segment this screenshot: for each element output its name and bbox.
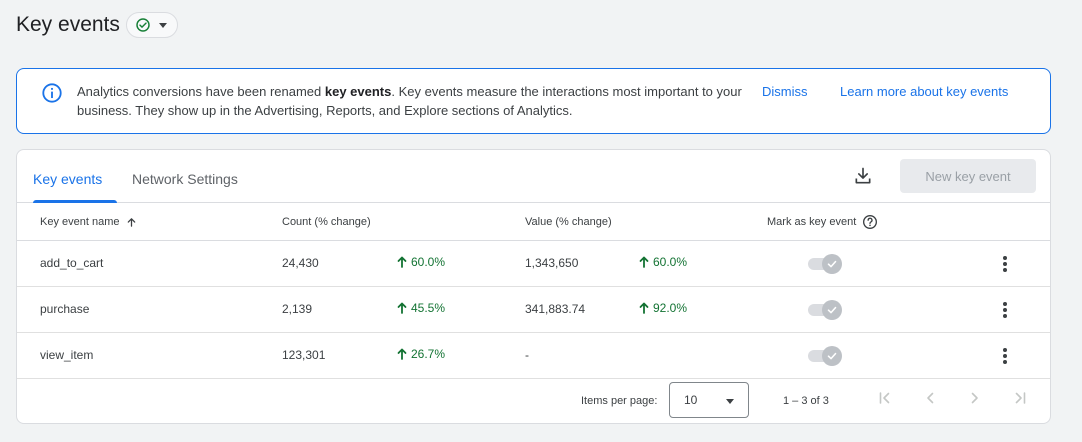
toggle-knob xyxy=(822,300,842,320)
info-icon xyxy=(42,83,62,103)
tab-bar: Key events Network Settings New key even… xyxy=(17,150,1050,203)
event-count: 123,301 xyxy=(282,348,326,362)
header-mark: Mark as key event xyxy=(767,214,878,230)
header-value: Value (% change) xyxy=(525,216,612,228)
key-event-toggle[interactable] xyxy=(808,300,842,320)
header-count: Count (% change) xyxy=(282,216,371,228)
table-row: view_item 123,301 26.7% - xyxy=(17,333,1050,379)
header-count-label: Count (% change) xyxy=(282,216,371,228)
arrow-up-icon xyxy=(639,302,649,314)
count-change-value: 45.5% xyxy=(411,301,446,315)
header-mark-label: Mark as key event xyxy=(767,216,857,228)
first-page-icon[interactable] xyxy=(877,390,893,406)
count-change: 26.7% xyxy=(397,347,445,361)
banner-text-bold: key events xyxy=(324,84,392,99)
page-title: Key events xyxy=(16,13,120,36)
table-row: purchase 2,139 45.5% 341,883.74 92.0% xyxy=(17,287,1050,333)
help-icon[interactable] xyxy=(862,214,878,230)
check-icon xyxy=(827,260,837,268)
info-banner: Analytics conversions have been renamed … xyxy=(16,68,1051,134)
chevron-down-icon xyxy=(158,22,167,28)
tab-key-events[interactable]: Key events xyxy=(33,171,102,187)
count-change: 45.5% xyxy=(397,301,445,315)
more-vert-icon[interactable] xyxy=(1000,254,1010,274)
active-tab-indicator xyxy=(33,200,117,203)
check-circle-icon xyxy=(136,18,150,32)
more-vert-icon[interactable] xyxy=(1000,300,1010,320)
check-icon xyxy=(827,306,837,314)
check-icon xyxy=(827,352,837,360)
event-value: 1,343,650 xyxy=(525,256,579,270)
learn-more-link[interactable]: Learn more about key events xyxy=(840,84,1008,99)
arrow-up-icon xyxy=(127,217,135,227)
event-count: 2,139 xyxy=(282,302,313,316)
arrow-up-icon xyxy=(397,256,407,268)
event-value: 341,883.74 xyxy=(525,302,586,316)
arrow-up-icon xyxy=(397,302,407,314)
key-event-toggle[interactable] xyxy=(808,254,842,274)
title-row: Key events xyxy=(16,12,178,38)
event-value: - xyxy=(525,348,529,362)
count-change-value: 26.7% xyxy=(411,347,446,361)
tab-network-settings[interactable]: Network Settings xyxy=(132,171,238,187)
event-count: 24,430 xyxy=(282,256,319,270)
items-per-page-value: 10 xyxy=(684,393,698,407)
pagination-bar: Items per page: 10 1 – 3 of 3 xyxy=(17,379,1050,423)
table-header: Key event name Count (% change) Value (%… xyxy=(17,204,1050,241)
event-name: purchase xyxy=(40,302,90,316)
dismiss-link[interactable]: Dismiss xyxy=(762,84,808,99)
header-value-label: Value (% change) xyxy=(525,216,612,228)
chevron-down-icon xyxy=(726,399,734,404)
count-change: 60.0% xyxy=(397,255,445,269)
download-icon[interactable] xyxy=(853,166,873,186)
header-name[interactable]: Key event name xyxy=(40,216,137,228)
items-per-page-select[interactable]: 10 xyxy=(669,382,749,418)
status-dropdown[interactable] xyxy=(125,12,178,38)
event-name: view_item xyxy=(40,348,94,362)
more-vert-icon[interactable] xyxy=(1000,346,1010,366)
value-change: 92.0% xyxy=(639,301,687,315)
next-page-icon[interactable] xyxy=(967,390,983,406)
previous-page-icon[interactable] xyxy=(922,390,938,406)
table-row: add_to_cart 24,430 60.0% 1,343,650 60.0% xyxy=(17,241,1050,287)
last-page-icon[interactable] xyxy=(1012,390,1028,406)
range-label: 1 – 3 of 3 xyxy=(783,395,829,407)
value-change-value: 60.0% xyxy=(653,255,688,269)
count-change-value: 60.0% xyxy=(411,255,446,269)
items-per-page-label: Items per page: xyxy=(581,395,658,407)
toggle-knob xyxy=(822,346,842,366)
new-key-event-button[interactable]: New key event xyxy=(900,159,1036,193)
arrow-up-icon xyxy=(397,348,407,360)
key-event-toggle[interactable] xyxy=(808,346,842,366)
banner-message: Analytics conversions have been renamed … xyxy=(77,82,747,120)
value-change: 60.0% xyxy=(639,255,687,269)
banner-text-before: Analytics conversions have been renamed xyxy=(77,84,325,99)
header-name-label: Key event name xyxy=(40,216,120,228)
event-name: add_to_cart xyxy=(40,256,104,270)
key-events-card: Key events Network Settings New key even… xyxy=(16,149,1051,424)
arrow-up-icon xyxy=(639,256,649,268)
value-change-value: 92.0% xyxy=(653,301,688,315)
toggle-knob xyxy=(822,254,842,274)
